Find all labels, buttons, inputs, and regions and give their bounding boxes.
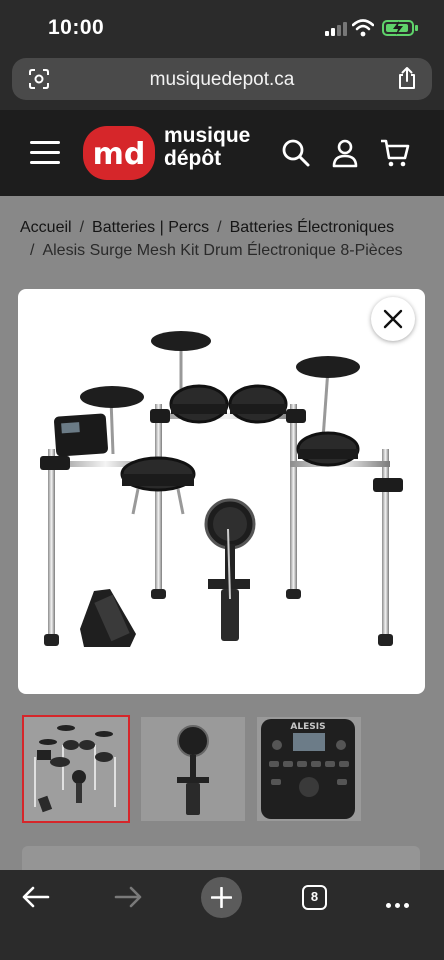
breadcrumb-link-electronic-drums[interactable]: Batteries Électroniques <box>230 219 395 236</box>
close-icon <box>383 309 403 329</box>
browser-toolbar: 8 <box>0 870 444 960</box>
breadcrumb-link-home[interactable]: Accueil <box>20 219 72 236</box>
account-icon[interactable] <box>330 138 360 168</box>
address-bar[interactable]: musiquedepot.ca <box>12 58 432 100</box>
product-image-viewer[interactable] <box>18 289 425 694</box>
brand-logo-letters: md <box>93 137 146 172</box>
module-brand-label: ALESIS <box>290 722 325 732</box>
cellular-signal-icon <box>325 22 347 36</box>
brand-line-2: dépôt <box>164 147 222 170</box>
wifi-icon <box>352 19 374 37</box>
brand-logo-text[interactable]: musique dépôt <box>164 124 250 170</box>
menu-icon[interactable] <box>30 141 60 165</box>
back-arrow-icon[interactable] <box>22 886 50 908</box>
breadcrumb-link-drums[interactable]: Batteries | Percs <box>92 219 209 236</box>
site-header: md musique dépôt <box>0 110 444 196</box>
browser-address-area: musiquedepot.ca <box>0 56 444 110</box>
plus-icon <box>211 887 232 908</box>
share-icon[interactable] <box>396 66 418 90</box>
thumbnail-kick-tower-image <box>177 725 209 815</box>
battery-icon <box>382 20 414 36</box>
product-page: Accueil / Batteries | Percs / Batteries Élec… <box>0 196 444 876</box>
search-icon[interactable] <box>281 138 311 168</box>
tabs-button[interactable]: 8 <box>302 885 327 910</box>
breadcrumb-current: Alesis Surge Mesh Kit Drum Électronique … <box>42 242 403 259</box>
thumbnail-drum-kit[interactable] <box>22 715 130 823</box>
thumbnail-drum-kit-image <box>34 725 116 813</box>
drum-kit-image <box>40 331 403 647</box>
status-time: 10:00 <box>48 16 105 39</box>
cart-icon[interactable] <box>380 138 410 168</box>
url-text: musiquedepot.ca <box>149 69 295 90</box>
breadcrumb: Accueil / Batteries | Percs / Batteries Élec… <box>20 219 403 259</box>
thumbnail-drum-module-image: ALESIS <box>261 719 355 819</box>
brand-line-1: musique <box>164 124 251 147</box>
more-options-icon[interactable] <box>386 895 413 913</box>
brand-logo-mark[interactable]: md <box>82 124 158 182</box>
thumbnail-kick-tower[interactable] <box>141 717 245 821</box>
new-tab-button[interactable] <box>201 877 242 918</box>
thumbnail-drum-module[interactable]: ALESIS <box>257 717 361 821</box>
forward-arrow-icon[interactable] <box>114 886 142 908</box>
status-bar: 10:00 <box>0 0 444 56</box>
close-viewer-button[interactable] <box>371 297 415 341</box>
